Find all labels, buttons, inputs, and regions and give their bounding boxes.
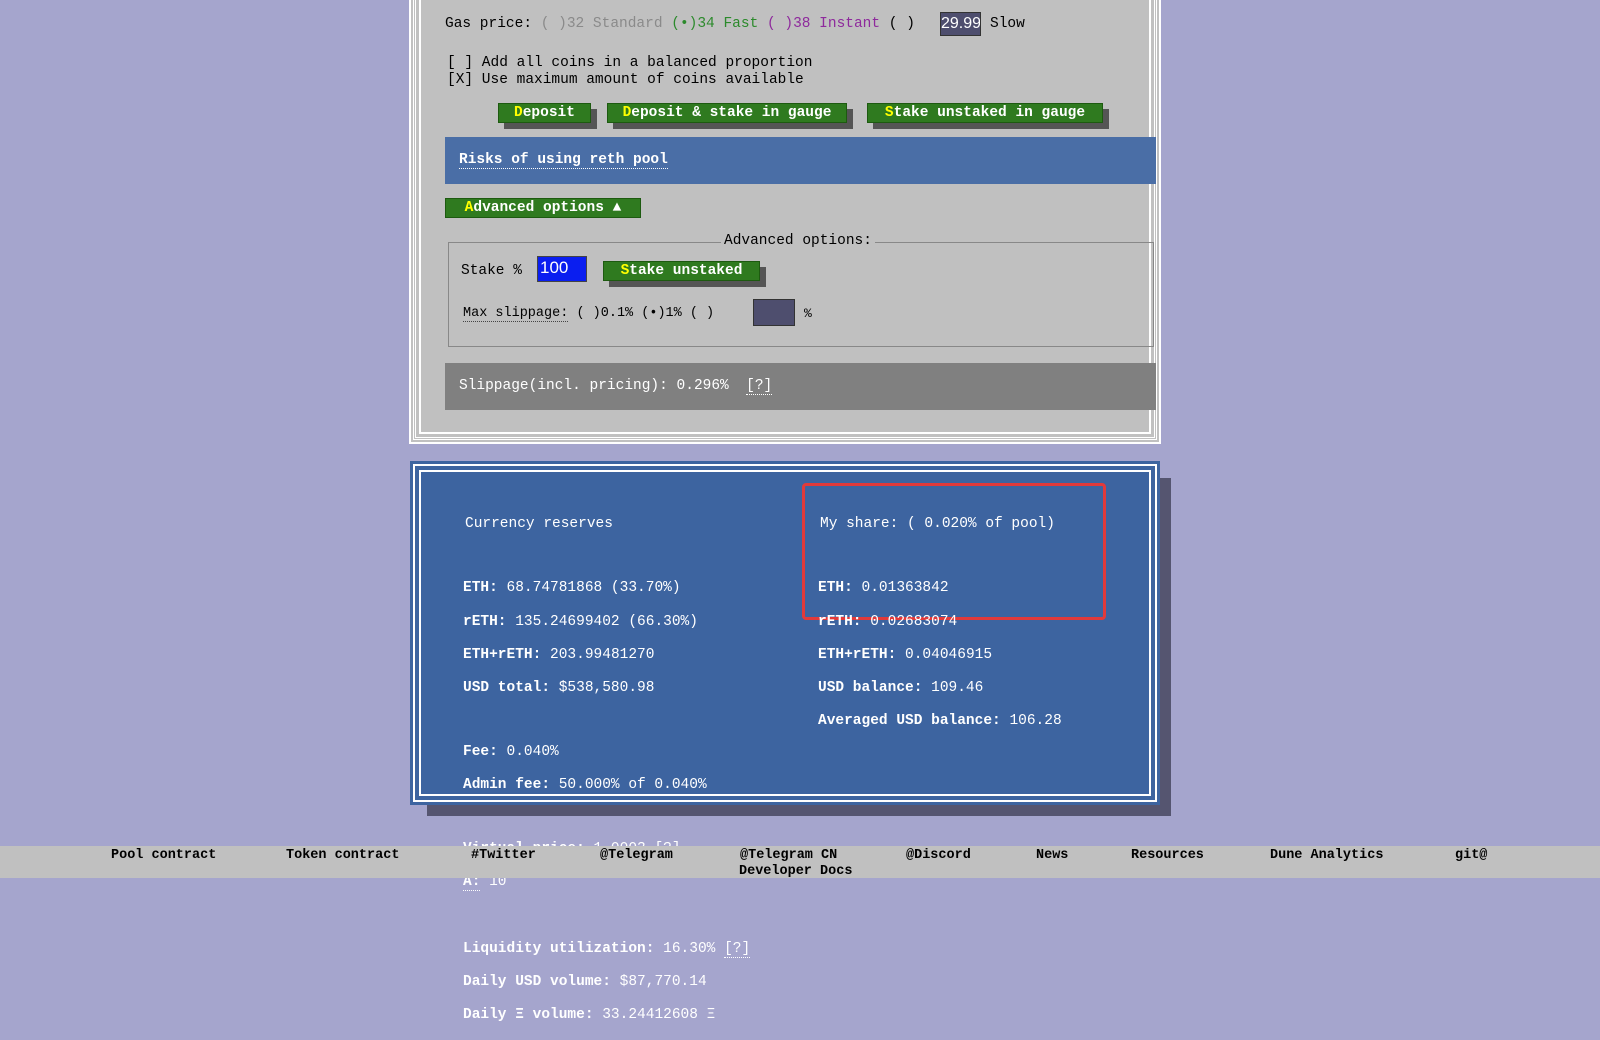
gas-price-row: Gas price: ( )32 Standard (•)34 Fast ( )…: [445, 16, 915, 32]
slippage-radios[interactable]: ( )0.1% (•)1% ( ): [576, 306, 714, 321]
footer: Pool contract Token contract #Twitter @T…: [0, 846, 1600, 879]
slippage-custom-input[interactable]: [753, 299, 795, 326]
advanced-options-toggle[interactable]: Advanced options ▲: [445, 198, 641, 218]
footer-link[interactable]: Developer Docs: [739, 864, 852, 879]
label: take unstaked: [629, 263, 743, 279]
fieldset-legend: Advanced options:: [721, 233, 875, 249]
currency-reserves: Currency reserves ETH: 68.74781868 (33.7…: [463, 499, 751, 1040]
share-reth: rETH: 0.02683074: [818, 613, 958, 630]
gas-custom-input[interactable]: 29.99: [940, 12, 981, 36]
gas-custom-radio[interactable]: ( ): [889, 16, 915, 32]
accesskey: D: [514, 105, 523, 121]
accesskey: S: [620, 263, 630, 279]
daily-eth-volume: Daily Ξ volume: 33.24412608 Ξ: [463, 1007, 716, 1024]
share-usd: USD balance: 109.46: [818, 679, 984, 696]
accesskey: D: [622, 105, 632, 121]
label: take unstaked in gauge: [893, 105, 1086, 121]
footer-link[interactable]: @Telegram: [600, 848, 673, 863]
label: eposit & stake in gauge: [631, 105, 832, 121]
gas-slow-label: Slow: [990, 16, 1025, 32]
lu-help[interactable]: [?]: [724, 940, 751, 958]
label: dvanced options ▲: [473, 200, 622, 216]
share-eth: ETH: 0.01363842: [818, 580, 949, 597]
footer-link[interactable]: Pool contract: [111, 848, 216, 863]
gas-fast-radio[interactable]: (•)34 Fast: [671, 16, 758, 32]
footer-link[interactable]: @Discord: [906, 848, 971, 863]
footer-link[interactable]: Token contract: [286, 848, 399, 863]
deposit-button[interactable]: Deposit: [498, 103, 591, 123]
balanced-checkbox[interactable]: [ ] Add all coins in a balanced proporti…: [447, 55, 812, 71]
stake-percent-input[interactable]: 100: [537, 256, 587, 282]
gas-label: Gas price:: [445, 16, 533, 32]
liquidity-utilization: Liquidity utilization: 16.30% [?]: [463, 940, 751, 958]
slippage-text: Slippage(incl. pricing): 0.296%: [459, 378, 729, 394]
admin-fee: Admin fee: 50.000% of 0.040%: [463, 776, 707, 793]
stake-unstaked-button[interactable]: Stake unstaked: [603, 261, 760, 281]
reserves-title: Currency reserves: [465, 515, 613, 532]
footer-link[interactable]: Dune Analytics: [1270, 848, 1383, 863]
gas-standard-radio[interactable]: ( )32 Standard: [541, 16, 663, 32]
reserve-usd: USD total: $538,580.98: [463, 679, 655, 696]
footer-link[interactable]: #Twitter: [471, 848, 536, 863]
reserve-reth: rETH: 135.24699402 (66.30%): [463, 613, 698, 630]
footer-link[interactable]: News: [1036, 848, 1068, 863]
accesskey: S: [884, 105, 894, 121]
footer-link[interactable]: Resources: [1131, 848, 1204, 863]
label: eposit: [522, 105, 575, 121]
share-sum: ETH+rETH: 0.04046915: [818, 646, 993, 663]
daily-usd-volume: Daily USD volume: $87,770.14: [463, 973, 707, 990]
share-title: My share: ( 0.020% of pool): [820, 515, 1055, 532]
max-slippage-label: Max slippage:: [463, 306, 569, 322]
risks-banner: Risks of using reth pool: [445, 137, 1156, 184]
gas-instant-radio[interactable]: ( )38 Instant: [767, 16, 880, 32]
reserve-eth: ETH: 68.74781868 (33.70%): [463, 580, 681, 597]
reserve-sum: ETH+rETH: 203.99481270: [463, 646, 655, 663]
slippage-help[interactable]: [?]: [746, 378, 773, 395]
deposit-stake-button[interactable]: Deposit & stake in gauge: [607, 103, 847, 123]
fee: Fee: 0.040%: [463, 743, 559, 760]
footer-link[interactable]: @Telegram CN: [740, 848, 837, 863]
share-avg-usd: Averaged USD balance: 106.28: [818, 713, 1062, 730]
slippage-info: Slippage(incl. pricing): 0.296% [?]: [445, 363, 1156, 410]
my-share: My share: ( 0.020% of pool) ETH: 0.01363…: [818, 499, 1062, 746]
max-amount-checkbox[interactable]: [X] Use maximum amount of coins availabl…: [447, 72, 804, 88]
max-slippage-row: Max slippage: ( )0.1% (•)1% ( ): [463, 306, 714, 322]
footer-link[interactable]: git@: [1455, 848, 1487, 863]
stake-unstaked-gauge-button[interactable]: Stake unstaked in gauge: [867, 103, 1103, 123]
risks-link[interactable]: Risks of using reth pool: [459, 152, 668, 169]
percent-sign: %: [804, 306, 812, 321]
stake-label: Stake %: [461, 263, 522, 279]
